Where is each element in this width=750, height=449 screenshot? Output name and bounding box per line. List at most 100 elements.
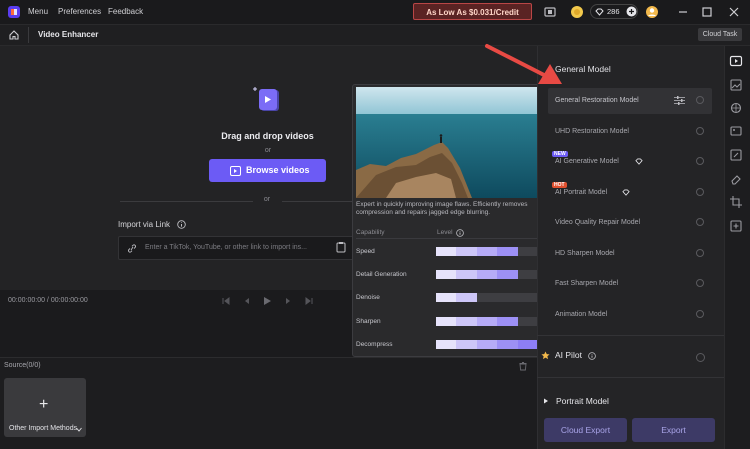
model-radio[interactable] [696, 310, 704, 318]
plus-icon: + [39, 396, 49, 413]
diamond-icon [635, 158, 643, 165]
capability-header: Capability [356, 229, 385, 236]
model-item[interactable]: NEW AI Generative Model [548, 149, 712, 175]
paste-icon[interactable] [335, 241, 347, 253]
ai-tools-icon[interactable] [729, 101, 743, 115]
level-segment [476, 270, 498, 279]
menu-item-feedback[interactable]: Feedback [108, 7, 143, 16]
model-radio[interactable] [696, 96, 704, 104]
credits-count: 286 [607, 7, 620, 16]
export-button[interactable]: Export [632, 418, 715, 442]
crop-icon[interactable] [729, 195, 743, 209]
eraser-icon[interactable] [729, 172, 743, 186]
menu-item-menu[interactable]: Menu [28, 7, 48, 16]
model-name: Animation Model [555, 311, 608, 318]
diamond-icon [595, 8, 604, 16]
edit-icon[interactable] [729, 148, 743, 162]
coin-icon [570, 5, 584, 19]
model-name: Video Quality Repair Model [555, 219, 641, 226]
capability-label-detail-generation: Detail Generation [356, 271, 407, 278]
play-icon[interactable] [262, 296, 272, 306]
model-item[interactable]: Video Quality Repair Model [548, 210, 712, 236]
skip-end-icon[interactable] [304, 296, 314, 306]
image-enhance-icon[interactable] [729, 78, 743, 92]
model-name: HD Sharpen Model [555, 250, 615, 257]
level-segment [497, 317, 518, 326]
credits-pill[interactable]: 286 [590, 4, 638, 19]
skip-start-icon[interactable] [221, 296, 231, 306]
level-segment [497, 247, 518, 256]
browse-videos-button[interactable]: Browse videos [209, 159, 326, 182]
other-import-methods-label: Other Import Methods [9, 425, 78, 432]
level-segment [456, 293, 477, 302]
annotation-arrow [484, 42, 564, 88]
model-radio[interactable] [696, 157, 704, 165]
ai-pilot-divider [537, 335, 724, 336]
model-radio[interactable] [696, 188, 704, 196]
step-back-icon[interactable] [242, 296, 252, 306]
model-item[interactable]: HOT AI Portrait Model [548, 180, 712, 206]
add-frame-icon[interactable] [729, 219, 743, 233]
model-radio[interactable] [696, 249, 704, 257]
step-forward-icon[interactable] [283, 296, 293, 306]
model-item[interactable]: UHD Restoration Model [548, 119, 712, 145]
level-segment [456, 270, 477, 279]
user-avatar-icon[interactable] [645, 5, 659, 19]
other-import-methods-card[interactable]: + Other Import Methods [4, 378, 86, 437]
level-segment [497, 270, 518, 279]
level-segment [456, 340, 477, 349]
level-segment [436, 247, 457, 256]
level-segment [476, 317, 498, 326]
home-icon[interactable] [8, 29, 20, 41]
sub-toolbar [0, 24, 750, 46]
model-preview-image [356, 87, 539, 198]
settings-sliders-icon[interactable] [674, 96, 685, 105]
minimize-icon[interactable] [676, 5, 690, 19]
level-segment [456, 317, 477, 326]
promo-text: As Low As $0.031/Credit [426, 8, 519, 17]
level-segment [436, 340, 457, 349]
info-icon[interactable] [177, 220, 186, 229]
menu-item-preferences[interactable]: Preferences [58, 7, 101, 16]
trash-icon[interactable] [518, 361, 528, 371]
model-radio[interactable] [696, 279, 704, 287]
cloud-task-button[interactable]: Cloud Task [698, 28, 742, 41]
model-description: Expert in quickly improving image flaws.… [356, 201, 528, 216]
model-radio[interactable] [696, 127, 704, 135]
level-segment [436, 293, 457, 302]
capability-bar [436, 247, 538, 256]
capability-bar [436, 293, 538, 302]
level-info-icon[interactable] [456, 229, 464, 237]
cloud-export-button[interactable]: Cloud Export [544, 418, 627, 442]
maximize-icon[interactable] [700, 5, 714, 19]
caret-right-icon[interactable] [543, 398, 549, 404]
model-item[interactable]: Animation Model [548, 302, 712, 328]
link-input[interactable]: Enter a TikTok, YouTube, or other link t… [118, 236, 355, 260]
ai-pilot-label[interactable]: AI Pilot [555, 350, 582, 360]
level-header: Level [437, 229, 453, 236]
portrait-divider [537, 377, 724, 378]
ai-pilot-radio[interactable] [696, 353, 705, 362]
drop-title: Drag and drop videos [221, 131, 314, 141]
video-enhancer-icon[interactable] [729, 54, 743, 68]
model-radio[interactable] [696, 218, 704, 226]
level-segment [476, 247, 498, 256]
close-icon[interactable] [727, 5, 741, 19]
ai-pilot-info-icon[interactable] [588, 352, 596, 360]
model-name: Fast Sharpen Model [555, 280, 619, 287]
link-input-placeholder: Enter a TikTok, YouTube, or other link t… [145, 244, 307, 251]
import-link-label: Import via Link [118, 220, 171, 229]
add-credits-icon[interactable] [626, 6, 637, 17]
model-item[interactable]: Fast Sharpen Model [548, 271, 712, 297]
screen-capture-icon[interactable] [543, 5, 557, 19]
timecode: 00:00:00:00 / 00:00:00:00 [8, 297, 88, 304]
cloud-export-label: Cloud Export [560, 425, 611, 435]
or-divider-text: or [263, 196, 271, 203]
model-item[interactable]: HD Sharpen Model [548, 241, 712, 267]
app-logo-icon [7, 5, 21, 19]
model-item[interactable]: General Restoration Model [548, 88, 712, 114]
promo-banner[interactable]: As Low As $0.031/Credit [413, 3, 532, 20]
capability-label-decompress: Decompress [356, 341, 393, 348]
photo-icon[interactable] [729, 124, 743, 138]
portrait-model-label[interactable]: Portrait Model [556, 396, 609, 406]
